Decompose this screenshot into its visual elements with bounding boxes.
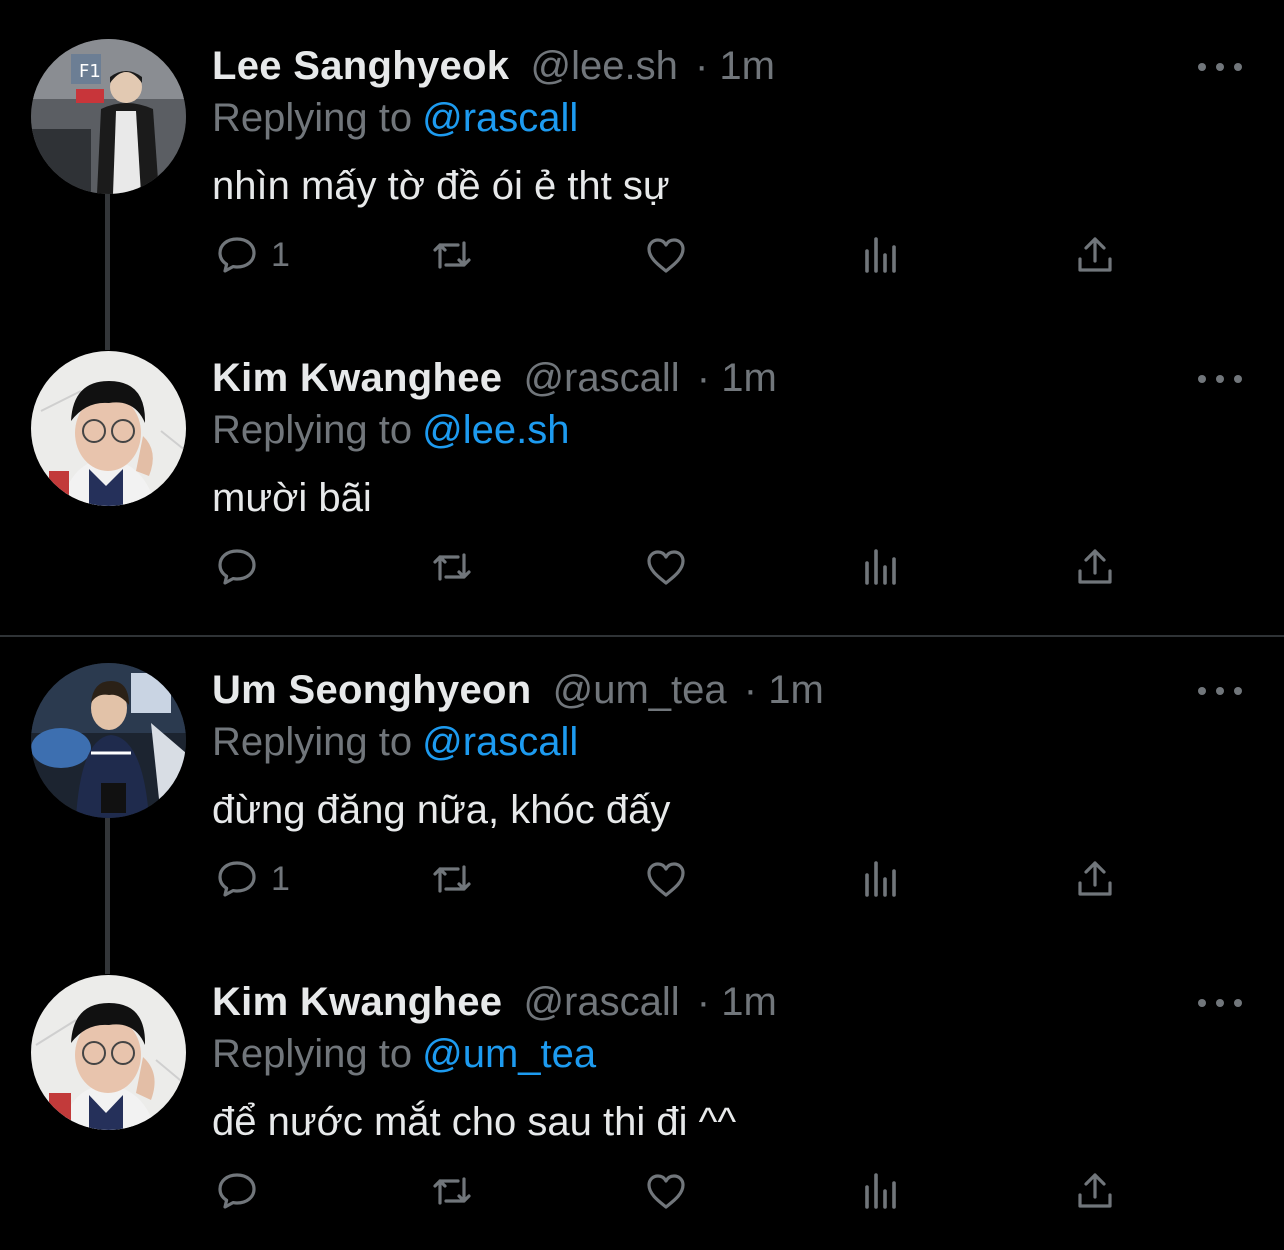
tweet[interactable]: Um Seonghyeon @um_tea · 1m Replying to @r…	[0, 624, 1284, 936]
share-button[interactable]	[1071, 1166, 1119, 1216]
replying-to-line: Replying to @um_tea	[212, 1028, 596, 1080]
reply-button[interactable]: 1	[213, 854, 290, 904]
tweet[interactable]: F1 Lee Sanghyeok @lee.sh · 1m Replying t…	[0, 0, 1284, 312]
reply-count: 1	[271, 859, 290, 898]
tweet[interactable]: Kim Kwanghee @rascall · 1m Replying to @u…	[0, 936, 1284, 1248]
retweet-icon	[433, 1177, 471, 1205]
author-handle[interactable]: @lee.sh	[530, 44, 677, 88]
author-name[interactable]: Kim Kwanghee	[212, 980, 502, 1024]
more-options-icon[interactable]	[1198, 52, 1242, 82]
tweet-text: đừng đăng nữa, khóc đấy	[212, 788, 671, 832]
like-icon	[647, 1174, 685, 1209]
action-bar: 1	[0, 230, 1284, 280]
replying-to-line: Replying to @rascall	[212, 716, 578, 768]
views-button[interactable]	[857, 1166, 905, 1216]
retweet-icon	[433, 865, 471, 893]
replying-label: Replying to	[212, 408, 413, 452]
svg-text:F1: F1	[79, 61, 101, 82]
like-button[interactable]	[642, 854, 690, 904]
more-options-icon[interactable]	[1198, 364, 1242, 394]
timestamp[interactable]: · 1m	[697, 980, 777, 1024]
views-button[interactable]	[857, 230, 905, 280]
share-icon	[1078, 861, 1112, 896]
mention-link[interactable]: @um_tea	[422, 1032, 596, 1076]
author-name[interactable]: Lee Sanghyeok	[212, 44, 509, 88]
mention-link[interactable]: @rascall	[422, 96, 578, 140]
timestamp[interactable]: · 1m	[697, 356, 777, 400]
like-button[interactable]	[642, 230, 690, 280]
tweet-text: mười bãi	[212, 476, 372, 520]
tweet-header: Kim Kwanghee @rascall · 1m	[212, 976, 777, 1028]
avatar[interactable]	[31, 975, 186, 1130]
reply-icon	[218, 237, 256, 273]
mention-link[interactable]: @rascall	[422, 720, 578, 764]
more-options-icon[interactable]	[1198, 988, 1242, 1018]
like-button[interactable]	[642, 542, 690, 592]
avatar[interactable]: F1	[31, 39, 186, 194]
timestamp[interactable]: · 1m	[744, 668, 824, 712]
action-bar	[0, 1166, 1284, 1216]
views-button[interactable]	[857, 854, 905, 904]
author-name[interactable]: Um Seonghyeon	[212, 668, 532, 712]
replying-label: Replying to	[212, 96, 413, 140]
share-button[interactable]	[1071, 230, 1119, 280]
action-bar	[0, 542, 1284, 592]
tweet-header: Lee Sanghyeok @lee.sh · 1m	[212, 40, 775, 92]
like-icon	[647, 238, 685, 273]
author-name[interactable]: Kim Kwanghee	[212, 356, 502, 400]
retweet-icon	[433, 553, 471, 581]
reply-count: 1	[271, 235, 290, 274]
replying-to-line: Replying to @lee.sh	[212, 404, 569, 456]
reply-button[interactable]	[213, 542, 271, 592]
retweet-button[interactable]	[428, 230, 476, 280]
like-button[interactable]	[642, 1166, 690, 1216]
tweet-header: Um Seonghyeon @um_tea · 1m	[212, 664, 824, 716]
tweet-text: để nước mắt cho sau thi đi ^^	[212, 1100, 737, 1144]
share-icon	[1078, 549, 1112, 584]
author-handle[interactable]: @um_tea	[553, 668, 727, 712]
share-button[interactable]	[1071, 854, 1119, 904]
replying-label: Replying to	[212, 720, 413, 764]
tweet[interactable]: Kim Kwanghee @rascall · 1m Replying to @l…	[0, 312, 1284, 624]
avatar[interactable]	[31, 351, 186, 506]
action-bar: 1	[0, 854, 1284, 904]
replying-to-line: Replying to @rascall	[212, 92, 578, 144]
reply-icon	[218, 549, 256, 585]
tweet-text: nhìn mấy tờ đề ói ẻ tht sự	[212, 164, 670, 208]
share-icon	[1078, 237, 1112, 272]
retweet-button[interactable]	[428, 1166, 476, 1216]
more-options-icon[interactable]	[1198, 676, 1242, 706]
views-icon	[865, 549, 896, 585]
views-icon	[865, 1173, 896, 1209]
share-button[interactable]	[1071, 542, 1119, 592]
retweet-icon	[433, 241, 471, 269]
like-icon	[647, 550, 685, 585]
share-icon	[1078, 1173, 1112, 1208]
reply-button[interactable]: 1	[213, 230, 290, 280]
views-icon	[865, 861, 896, 897]
reply-button[interactable]	[213, 1166, 271, 1216]
mention-link[interactable]: @lee.sh	[422, 408, 569, 452]
avatar[interactable]	[31, 663, 186, 818]
timestamp[interactable]: · 1m	[695, 44, 775, 88]
author-handle[interactable]: @rascall	[523, 980, 679, 1024]
author-handle[interactable]: @rascall	[523, 356, 679, 400]
retweet-button[interactable]	[428, 854, 476, 904]
tweet-header: Kim Kwanghee @rascall · 1m	[212, 352, 777, 404]
views-icon	[865, 237, 896, 273]
reply-icon	[218, 861, 256, 897]
retweet-button[interactable]	[428, 542, 476, 592]
views-button[interactable]	[857, 542, 905, 592]
replying-label: Replying to	[212, 1032, 413, 1076]
like-icon	[647, 862, 685, 897]
reply-icon	[218, 1173, 256, 1209]
